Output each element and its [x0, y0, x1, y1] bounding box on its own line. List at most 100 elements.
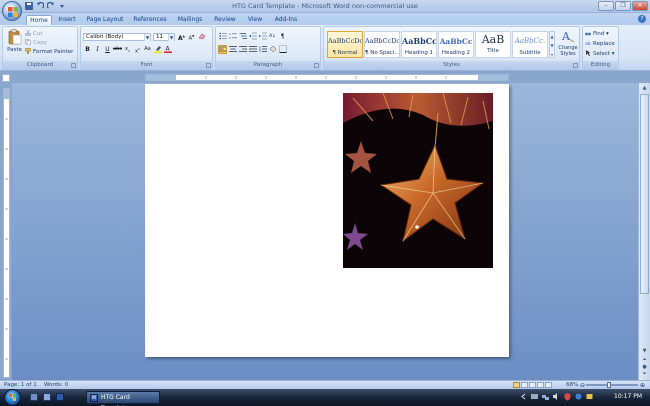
zoom-in-icon[interactable]: ⊕ [640, 382, 645, 389]
numbering-button[interactable]: 12 [228, 32, 237, 41]
bold-button[interactable]: B [83, 45, 92, 54]
font-dialog-launcher[interactable] [206, 63, 211, 68]
align-center-button[interactable] [228, 45, 237, 54]
zoom-slider[interactable] [586, 384, 638, 386]
superscript-button[interactable]: x2 [133, 45, 142, 55]
start-button[interactable] [4, 389, 21, 406]
scroll-thumb[interactable] [640, 94, 649, 294]
shading-button[interactable] [268, 45, 277, 54]
paste-button[interactable]: Paste [6, 29, 23, 59]
tray-arrow-icon[interactable] [520, 392, 527, 401]
decrease-indent-button[interactable] [248, 32, 257, 41]
tab-add-ins[interactable]: Add-Ins [271, 15, 301, 25]
switch-windows-icon[interactable] [43, 393, 51, 401]
network-icon[interactable] [542, 392, 549, 401]
tab-insert[interactable]: Insert [55, 15, 79, 25]
highlight-button[interactable] [153, 45, 162, 54]
tab-references[interactable]: References [130, 15, 170, 25]
page-count[interactable]: Page: 1 of 1 [4, 382, 37, 388]
bullets-button[interactable] [218, 32, 227, 41]
tab-home[interactable]: Home [26, 15, 52, 25]
multilevel-list-button[interactable] [238, 32, 247, 41]
tray-update-icon[interactable] [575, 392, 582, 401]
word-count[interactable]: Words: 0 [44, 382, 68, 388]
view-ruler-icon[interactable] [2, 74, 10, 82]
align-left-button[interactable] [218, 45, 227, 54]
increase-indent-button[interactable] [258, 32, 267, 41]
vertical-ruler[interactable] [3, 88, 10, 378]
format-painter-button[interactable]: Format Painter [25, 48, 73, 56]
strikethrough-button[interactable]: abc [113, 45, 122, 54]
styles-group-label: Styles [324, 61, 579, 69]
outline-view-icon[interactable] [537, 382, 544, 388]
previous-page-icon[interactable]: ⏶ [640, 357, 649, 364]
print-layout-view-icon[interactable] [513, 382, 520, 388]
vertical-scrollbar[interactable]: ▲ ▼ ⏶ ● ⏷ [638, 83, 650, 380]
underline-button[interactable]: U [103, 45, 112, 54]
paragraph-dialog-launcher[interactable] [314, 63, 319, 68]
select-browse-object-icon[interactable]: ● [640, 364, 649, 371]
italic-button[interactable]: I [93, 45, 102, 54]
word-task-button[interactable]: W HTG Card Template... [86, 391, 160, 406]
select-button[interactable]: Select ▾ [585, 50, 614, 58]
style-normal[interactable]: AaBbCcDc ¶ Normal [327, 31, 363, 58]
styles-scroll[interactable]: ▲ ▼ ▾ [549, 31, 555, 58]
scroll-down-icon[interactable]: ▼ [640, 347, 649, 356]
style-no-spacing[interactable]: AaBbCcDc ¶ No Spaci... [364, 31, 400, 58]
style-heading-1[interactable]: AaBbCc Heading 1 [401, 31, 437, 58]
subscript-button[interactable]: x2 [123, 45, 132, 54]
next-page-icon[interactable]: ⏷ [640, 371, 649, 378]
cut-button[interactable]: Cut [24, 29, 42, 38]
font-color-button[interactable]: A [163, 45, 172, 54]
style-subtitle[interactable]: AaBbCc. Subtitle [512, 31, 548, 58]
restore-button[interactable]: ❐ [615, 1, 631, 11]
office-button[interactable] [2, 1, 22, 21]
style-title[interactable]: AaB Title [475, 31, 511, 58]
tab-page-layout[interactable]: Page Layout [84, 15, 126, 25]
show-formatting-button[interactable]: ¶ [278, 32, 287, 41]
taskbar-clock[interactable]: 10:17 PM [614, 393, 642, 400]
tray-misc-icon[interactable] [586, 392, 593, 401]
justify-button[interactable] [248, 45, 257, 54]
copy-button[interactable]: Copy [25, 39, 47, 47]
find-button[interactable]: Find ▾ [585, 30, 609, 38]
paste-icon [8, 29, 21, 45]
volume-icon[interactable] [553, 392, 560, 401]
zoom-slider-knob[interactable] [607, 382, 611, 388]
full-screen-view-icon[interactable] [521, 382, 528, 388]
zoom-out-icon[interactable]: ⊖ [580, 382, 585, 389]
align-right-button[interactable] [238, 45, 247, 54]
show-desktop-icon[interactable] [30, 393, 38, 401]
font-name-dropdown-icon[interactable]: ▼ [144, 34, 150, 41]
sort-button[interactable]: A↓ [268, 32, 277, 41]
close-button[interactable]: ✕ [632, 1, 648, 11]
tab-review[interactable]: Review [211, 15, 239, 25]
clear-formatting-button[interactable] [197, 32, 206, 41]
font-size-combo[interactable]: 11 ▼ [153, 33, 175, 41]
replace-button[interactable]: ab Replace [585, 40, 615, 48]
help-icon[interactable]: ? [638, 15, 646, 23]
style-heading-2[interactable]: AaBbCc Heading 2 [438, 31, 474, 58]
line-spacing-button[interactable] [258, 45, 267, 54]
web-layout-view-icon[interactable] [529, 382, 536, 388]
tab-view[interactable]: View [244, 15, 266, 25]
minimize-button[interactable]: – [598, 1, 614, 11]
tab-mailings[interactable]: Mailings [174, 15, 206, 25]
scroll-up-icon[interactable]: ▲ [640, 84, 649, 93]
grow-font-button[interactable]: A▲ [177, 32, 186, 42]
horizontal-ruler[interactable] [145, 74, 509, 81]
font-size-dropdown-icon[interactable]: ▼ [168, 34, 174, 41]
word-launch-icon[interactable] [56, 393, 64, 401]
change-styles-button[interactable]: A Change Styles [556, 29, 580, 61]
styles-dialog-launcher[interactable] [573, 63, 578, 68]
tray-app-icon[interactable] [531, 392, 538, 401]
borders-button[interactable] [278, 45, 287, 54]
change-case-button[interactable]: Aa [143, 45, 152, 54]
draft-view-icon[interactable] [545, 382, 552, 388]
font-name-combo[interactable]: Calibri (Body) ▼ [83, 33, 151, 41]
shrink-font-button[interactable]: A▼ [187, 32, 196, 42]
clipboard-dialog-launcher[interactable] [71, 63, 76, 68]
tray-security-icon[interactable] [564, 392, 571, 401]
zoom-level[interactable]: 68% [566, 382, 578, 388]
star-ornament-image[interactable] [343, 93, 493, 268]
